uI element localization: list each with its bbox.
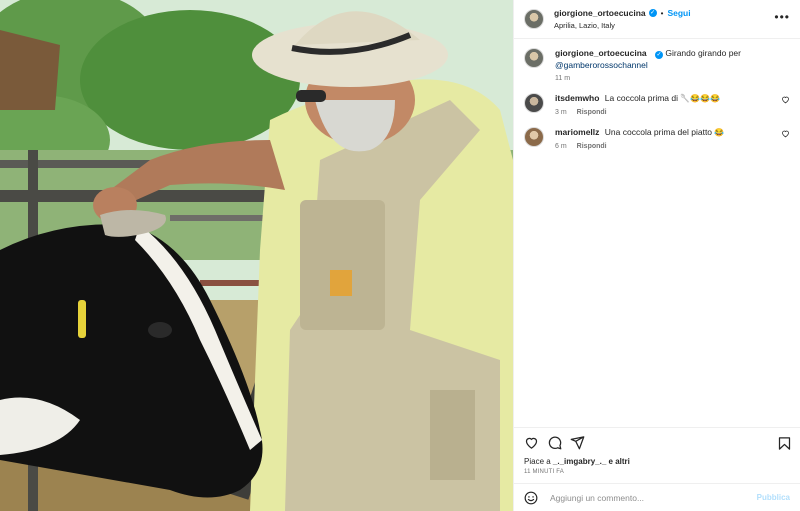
caption: giorgione_ortoecucina ✓ Girando girando … — [524, 47, 790, 82]
comment-text: itsdemwho La coccola prima di 🥄😂😂😂 — [555, 92, 785, 105]
avatar[interactable] — [524, 93, 544, 113]
photo-illustration — [0, 0, 513, 511]
caption-mention[interactable]: @gamberorossochannel — [555, 60, 648, 70]
caption-username[interactable]: giorgione_ortoecucina — [555, 48, 647, 58]
likes-prefix: Piace a — [524, 457, 551, 466]
comment-username[interactable]: mariomellz — [555, 127, 599, 137]
comment-emojis: 😂 — [714, 128, 725, 137]
post-modal: giorgione_ortoecucina ✓ • Segui Aprilia,… — [0, 0, 800, 511]
comment-body: itsdemwho La coccola prima di 🥄😂😂😂 3 m R… — [555, 92, 785, 116]
post-header-row: giorgione_ortoecucina ✓ • Segui — [554, 8, 691, 18]
comments-list: giorgione_ortoecucina ✓ Girando girando … — [514, 39, 800, 427]
caption-time[interactable]: 11 m — [555, 75, 570, 82]
post-header: giorgione_ortoecucina ✓ • Segui Aprilia,… — [514, 0, 800, 39]
caption-text: giorgione_ortoecucina ✓ Girando girando … — [555, 47, 785, 71]
post-actions — [514, 427, 800, 457]
comment-username[interactable]: itsdemwho — [555, 93, 599, 103]
avatar[interactable] — [524, 9, 544, 29]
caption-body: giorgione_ortoecucina ✓ Girando girando … — [555, 47, 785, 82]
reply-button[interactable]: Rispondi — [577, 109, 607, 116]
post-header-info: giorgione_ortoecucina ✓ • Segui Aprilia,… — [554, 8, 691, 30]
post-location[interactable]: Aprilia, Lazio, Italy — [554, 21, 691, 30]
comment-time[interactable]: 6 m — [555, 143, 567, 150]
caption-meta: 11 m — [555, 75, 785, 82]
verified-icon: ✓ — [648, 9, 657, 17]
post-side-panel: giorgione_ortoecucina ✓ • Segui Aprilia,… — [513, 0, 800, 511]
post-timestamp[interactable]: 11 MINUTI FA — [514, 466, 800, 483]
comment-message: Una coccola prima del piatto — [604, 127, 713, 137]
list-item: mariomellz Una coccola prima del piatto … — [524, 126, 790, 150]
more-icon[interactable]: ••• — [774, 10, 790, 24]
list-item: itsdemwho La coccola prima di 🥄😂😂😂 3 m R… — [524, 92, 790, 116]
comment-emojis: 🥄😂😂😂 — [680, 94, 721, 103]
comment-body: mariomellz Una coccola prima del piatto … — [555, 126, 785, 150]
comment-meta: 6 m Rispondi — [555, 143, 785, 150]
heart-icon[interactable] — [524, 435, 539, 450]
likes-summary: Piace a _._imgabry_._ e altri — [514, 457, 800, 466]
reply-button[interactable]: Rispondi — [577, 143, 607, 150]
comment-text: mariomellz Una coccola prima del piatto … — [555, 126, 785, 139]
follow-button[interactable]: Segui — [667, 8, 690, 18]
comment-input[interactable] — [548, 491, 757, 504]
share-icon[interactable] — [570, 435, 585, 450]
post-username[interactable]: giorgione_ortoecucina — [554, 8, 646, 18]
likes-suffix[interactable]: e altri — [609, 457, 630, 466]
comment-message: La coccola prima di — [604, 93, 679, 103]
emoji-icon[interactable] — [524, 491, 538, 505]
caption-message: Girando girando per — [665, 48, 741, 58]
likes-user[interactable]: _._imgabry_._ — [553, 457, 606, 466]
add-comment-bar: Pubblica — [514, 483, 800, 511]
comment-icon[interactable] — [547, 435, 562, 450]
avatar[interactable] — [524, 48, 544, 68]
post-photo[interactable] — [0, 0, 513, 511]
publish-button[interactable]: Pubblica — [757, 493, 790, 502]
comment-meta: 3 m Rispondi — [555, 109, 785, 116]
heart-icon[interactable] — [781, 129, 790, 138]
heart-icon[interactable] — [781, 95, 790, 104]
avatar[interactable] — [524, 127, 544, 147]
bookmark-icon[interactable] — [777, 436, 792, 451]
separator-dot: • — [660, 8, 664, 18]
verified-icon: ✓ — [655, 51, 663, 59]
comment-time[interactable]: 3 m — [555, 109, 567, 116]
